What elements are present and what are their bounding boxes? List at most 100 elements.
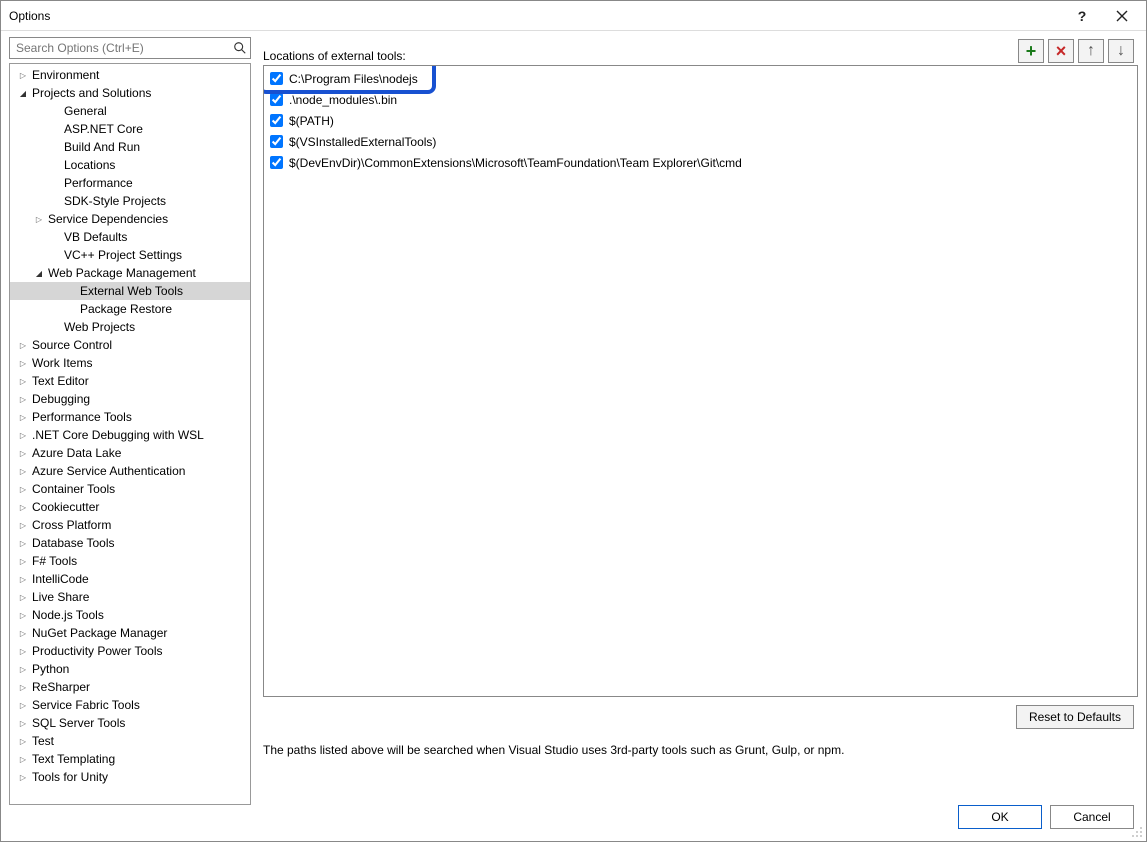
chevron-right-icon[interactable] xyxy=(16,682,30,693)
add-path-button[interactable]: + xyxy=(1018,39,1044,63)
tree-item[interactable]: Container Tools xyxy=(10,480,250,498)
path-checkbox[interactable] xyxy=(270,114,283,127)
tree-item[interactable]: General xyxy=(10,102,250,120)
tree-item[interactable]: SQL Server Tools xyxy=(10,714,250,732)
move-down-button[interactable]: ↓ xyxy=(1108,39,1134,63)
chevron-right-icon[interactable] xyxy=(16,538,30,549)
tree-item[interactable]: ReSharper xyxy=(10,678,250,696)
chevron-right-icon[interactable] xyxy=(16,628,30,639)
tree-item[interactable]: Database Tools xyxy=(10,534,250,552)
tree-item-label: Productivity Power Tools xyxy=(30,644,163,658)
tree-item[interactable]: F# Tools xyxy=(10,552,250,570)
chevron-right-icon[interactable] xyxy=(16,772,30,783)
tree-item-label: Azure Service Authentication xyxy=(30,464,185,478)
chevron-right-icon[interactable] xyxy=(32,214,46,225)
tree-item-label: Locations xyxy=(62,158,115,172)
tree-item[interactable]: Productivity Power Tools xyxy=(10,642,250,660)
tree-item[interactable]: Debugging xyxy=(10,390,250,408)
path-checkbox[interactable] xyxy=(270,156,283,169)
tree-item-label: Package Restore xyxy=(78,302,172,316)
chevron-right-icon[interactable] xyxy=(16,484,30,495)
options-tree[interactable]: EnvironmentProjects and SolutionsGeneral… xyxy=(9,63,251,805)
chevron-right-icon[interactable] xyxy=(16,376,30,387)
tree-item[interactable]: VC++ Project Settings xyxy=(10,246,250,264)
tree-item[interactable]: Source Control xyxy=(10,336,250,354)
tree-item[interactable]: Work Items xyxy=(10,354,250,372)
tree-item[interactable]: Azure Service Authentication xyxy=(10,462,250,480)
chevron-right-icon[interactable] xyxy=(16,430,30,441)
ok-button[interactable]: OK xyxy=(958,805,1042,829)
chevron-right-icon[interactable] xyxy=(16,646,30,657)
chevron-right-icon[interactable] xyxy=(16,592,30,603)
resize-grip[interactable] xyxy=(1132,827,1144,839)
tree-item[interactable]: .NET Core Debugging with WSL xyxy=(10,426,250,444)
tree-item[interactable]: Service Dependencies xyxy=(10,210,250,228)
tree-item[interactable]: ASP.NET Core xyxy=(10,120,250,138)
path-row[interactable]: C:\Program Files\nodejs xyxy=(268,68,1133,89)
path-row[interactable]: $(DevEnvDir)\CommonExtensions\Microsoft\… xyxy=(268,152,1133,173)
tree-item[interactable]: Live Share xyxy=(10,588,250,606)
paths-listbox[interactable]: C:\Program Files\nodejs.\node_modules\.b… xyxy=(263,65,1138,697)
reset-defaults-button[interactable]: Reset to Defaults xyxy=(1016,705,1134,729)
chevron-down-icon[interactable] xyxy=(32,268,46,279)
tree-item[interactable]: IntelliCode xyxy=(10,570,250,588)
dialog-footer: OK Cancel xyxy=(1,805,1146,841)
path-checkbox[interactable] xyxy=(270,135,283,148)
chevron-right-icon[interactable] xyxy=(16,736,30,747)
tree-item[interactable]: Web Projects xyxy=(10,318,250,336)
tree-item[interactable]: Python xyxy=(10,660,250,678)
tree-item[interactable]: Service Fabric Tools xyxy=(10,696,250,714)
tree-item[interactable]: Performance xyxy=(10,174,250,192)
remove-path-button[interactable]: × xyxy=(1048,39,1074,63)
chevron-right-icon[interactable] xyxy=(16,574,30,585)
move-up-button[interactable]: ↑ xyxy=(1078,39,1104,63)
path-row[interactable]: .\node_modules\.bin xyxy=(268,89,1133,110)
tree-item[interactable]: NuGet Package Manager xyxy=(10,624,250,642)
chevron-right-icon[interactable] xyxy=(16,466,30,477)
path-checkbox[interactable] xyxy=(270,93,283,106)
search-input[interactable] xyxy=(9,37,251,59)
close-button[interactable] xyxy=(1102,2,1142,30)
chevron-right-icon[interactable] xyxy=(16,610,30,621)
tree-item[interactable]: VB Defaults xyxy=(10,228,250,246)
chevron-down-icon[interactable] xyxy=(16,88,30,99)
chevron-right-icon[interactable] xyxy=(16,718,30,729)
chevron-right-icon[interactable] xyxy=(16,70,30,81)
cancel-button[interactable]: Cancel xyxy=(1050,805,1134,829)
tree-item[interactable]: SDK-Style Projects xyxy=(10,192,250,210)
tree-item[interactable]: Node.js Tools xyxy=(10,606,250,624)
tree-item[interactable]: Test xyxy=(10,732,250,750)
chevron-right-icon[interactable] xyxy=(16,754,30,765)
tree-item[interactable]: Cross Platform xyxy=(10,516,250,534)
chevron-right-icon[interactable] xyxy=(16,700,30,711)
tree-item[interactable]: Performance Tools xyxy=(10,408,250,426)
tree-item-label: Service Dependencies xyxy=(46,212,168,226)
chevron-right-icon[interactable] xyxy=(16,340,30,351)
chevron-right-icon[interactable] xyxy=(16,502,30,513)
chevron-right-icon[interactable] xyxy=(16,358,30,369)
chevron-right-icon[interactable] xyxy=(16,394,30,405)
chevron-right-icon[interactable] xyxy=(16,664,30,675)
tree-item[interactable]: Projects and Solutions xyxy=(10,84,250,102)
chevron-right-icon[interactable] xyxy=(16,520,30,531)
chevron-right-icon[interactable] xyxy=(16,556,30,567)
tree-item[interactable]: Locations xyxy=(10,156,250,174)
tree-item[interactable]: External Web Tools xyxy=(10,282,250,300)
tree-item[interactable]: Tools for Unity xyxy=(10,768,250,786)
path-row[interactable]: $(PATH) xyxy=(268,110,1133,131)
help-button[interactable]: ? xyxy=(1062,2,1102,30)
chevron-right-icon[interactable] xyxy=(16,412,30,423)
chevron-right-icon[interactable] xyxy=(16,448,30,459)
options-dialog: Options ? EnvironmentProjects and Soluti… xyxy=(0,0,1147,842)
tree-item[interactable]: Text Templating xyxy=(10,750,250,768)
tree-item[interactable]: Environment xyxy=(10,66,250,84)
tree-item[interactable]: Package Restore xyxy=(10,300,250,318)
tree-item[interactable]: Web Package Management xyxy=(10,264,250,282)
path-checkbox[interactable] xyxy=(270,72,283,85)
tree-item[interactable]: Azure Data Lake xyxy=(10,444,250,462)
tree-item-label: ReSharper xyxy=(30,680,90,694)
tree-item[interactable]: Cookiecutter xyxy=(10,498,250,516)
tree-item[interactable]: Build And Run xyxy=(10,138,250,156)
tree-item[interactable]: Text Editor xyxy=(10,372,250,390)
path-row[interactable]: $(VSInstalledExternalTools) xyxy=(268,131,1133,152)
